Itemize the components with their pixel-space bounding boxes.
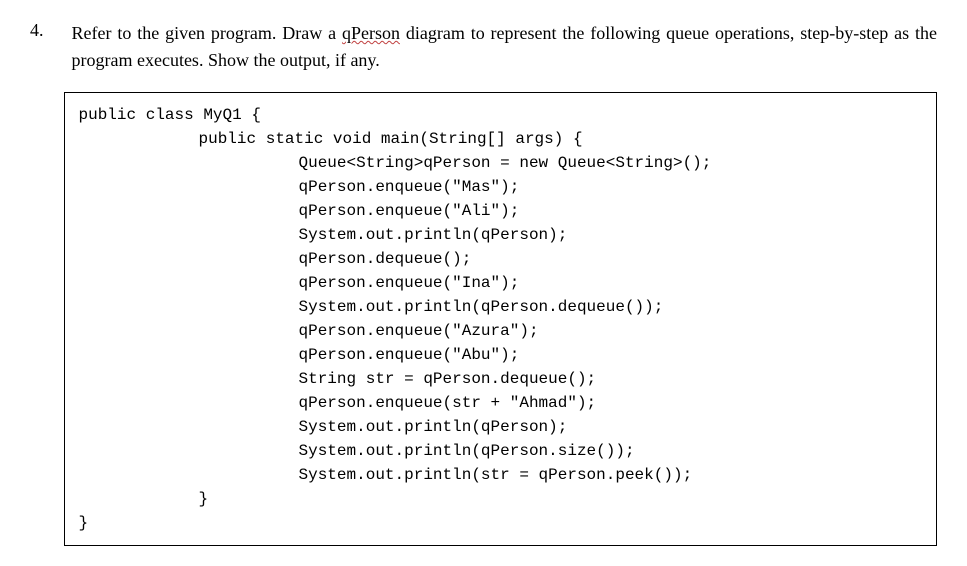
- question-container: 4. Refer to the given program. Draw a qP…: [30, 20, 937, 546]
- code-line: public static void main(String[] args) {: [79, 127, 923, 151]
- question-content: Refer to the given program. Draw a qPers…: [72, 20, 938, 546]
- code-line: qPerson.enqueue("Mas");: [79, 175, 923, 199]
- question-number: 4.: [30, 20, 44, 546]
- code-line: System.out.println(str = qPerson.peek())…: [79, 463, 923, 487]
- code-line: }: [79, 511, 923, 535]
- code-line: System.out.println(qPerson.size());: [79, 439, 923, 463]
- code-line: Queue<String>qPerson = new Queue<String>…: [79, 151, 923, 175]
- code-line: System.out.println(qPerson);: [79, 223, 923, 247]
- code-line: public class MyQ1 {: [79, 103, 923, 127]
- code-line: }: [79, 487, 923, 511]
- question-underlined-word: qPerson: [342, 23, 400, 43]
- question-text-before: Refer to the given program. Draw a: [72, 23, 342, 43]
- code-line: System.out.println(qPerson);: [79, 415, 923, 439]
- code-line: qPerson.enqueue("Azura");: [79, 319, 923, 343]
- code-line: qPerson.enqueue("Ali");: [79, 199, 923, 223]
- code-line: qPerson.enqueue("Abu");: [79, 343, 923, 367]
- code-line: qPerson.enqueue("Ina");: [79, 271, 923, 295]
- code-line: String str = qPerson.dequeue();: [79, 367, 923, 391]
- question-text: Refer to the given program. Draw a qPers…: [72, 20, 938, 74]
- code-line: qPerson.dequeue();: [79, 247, 923, 271]
- code-line: System.out.println(qPerson.dequeue());: [79, 295, 923, 319]
- code-line: qPerson.enqueue(str + "Ahmad");: [79, 391, 923, 415]
- code-box: public class MyQ1 { public static void m…: [64, 92, 938, 546]
